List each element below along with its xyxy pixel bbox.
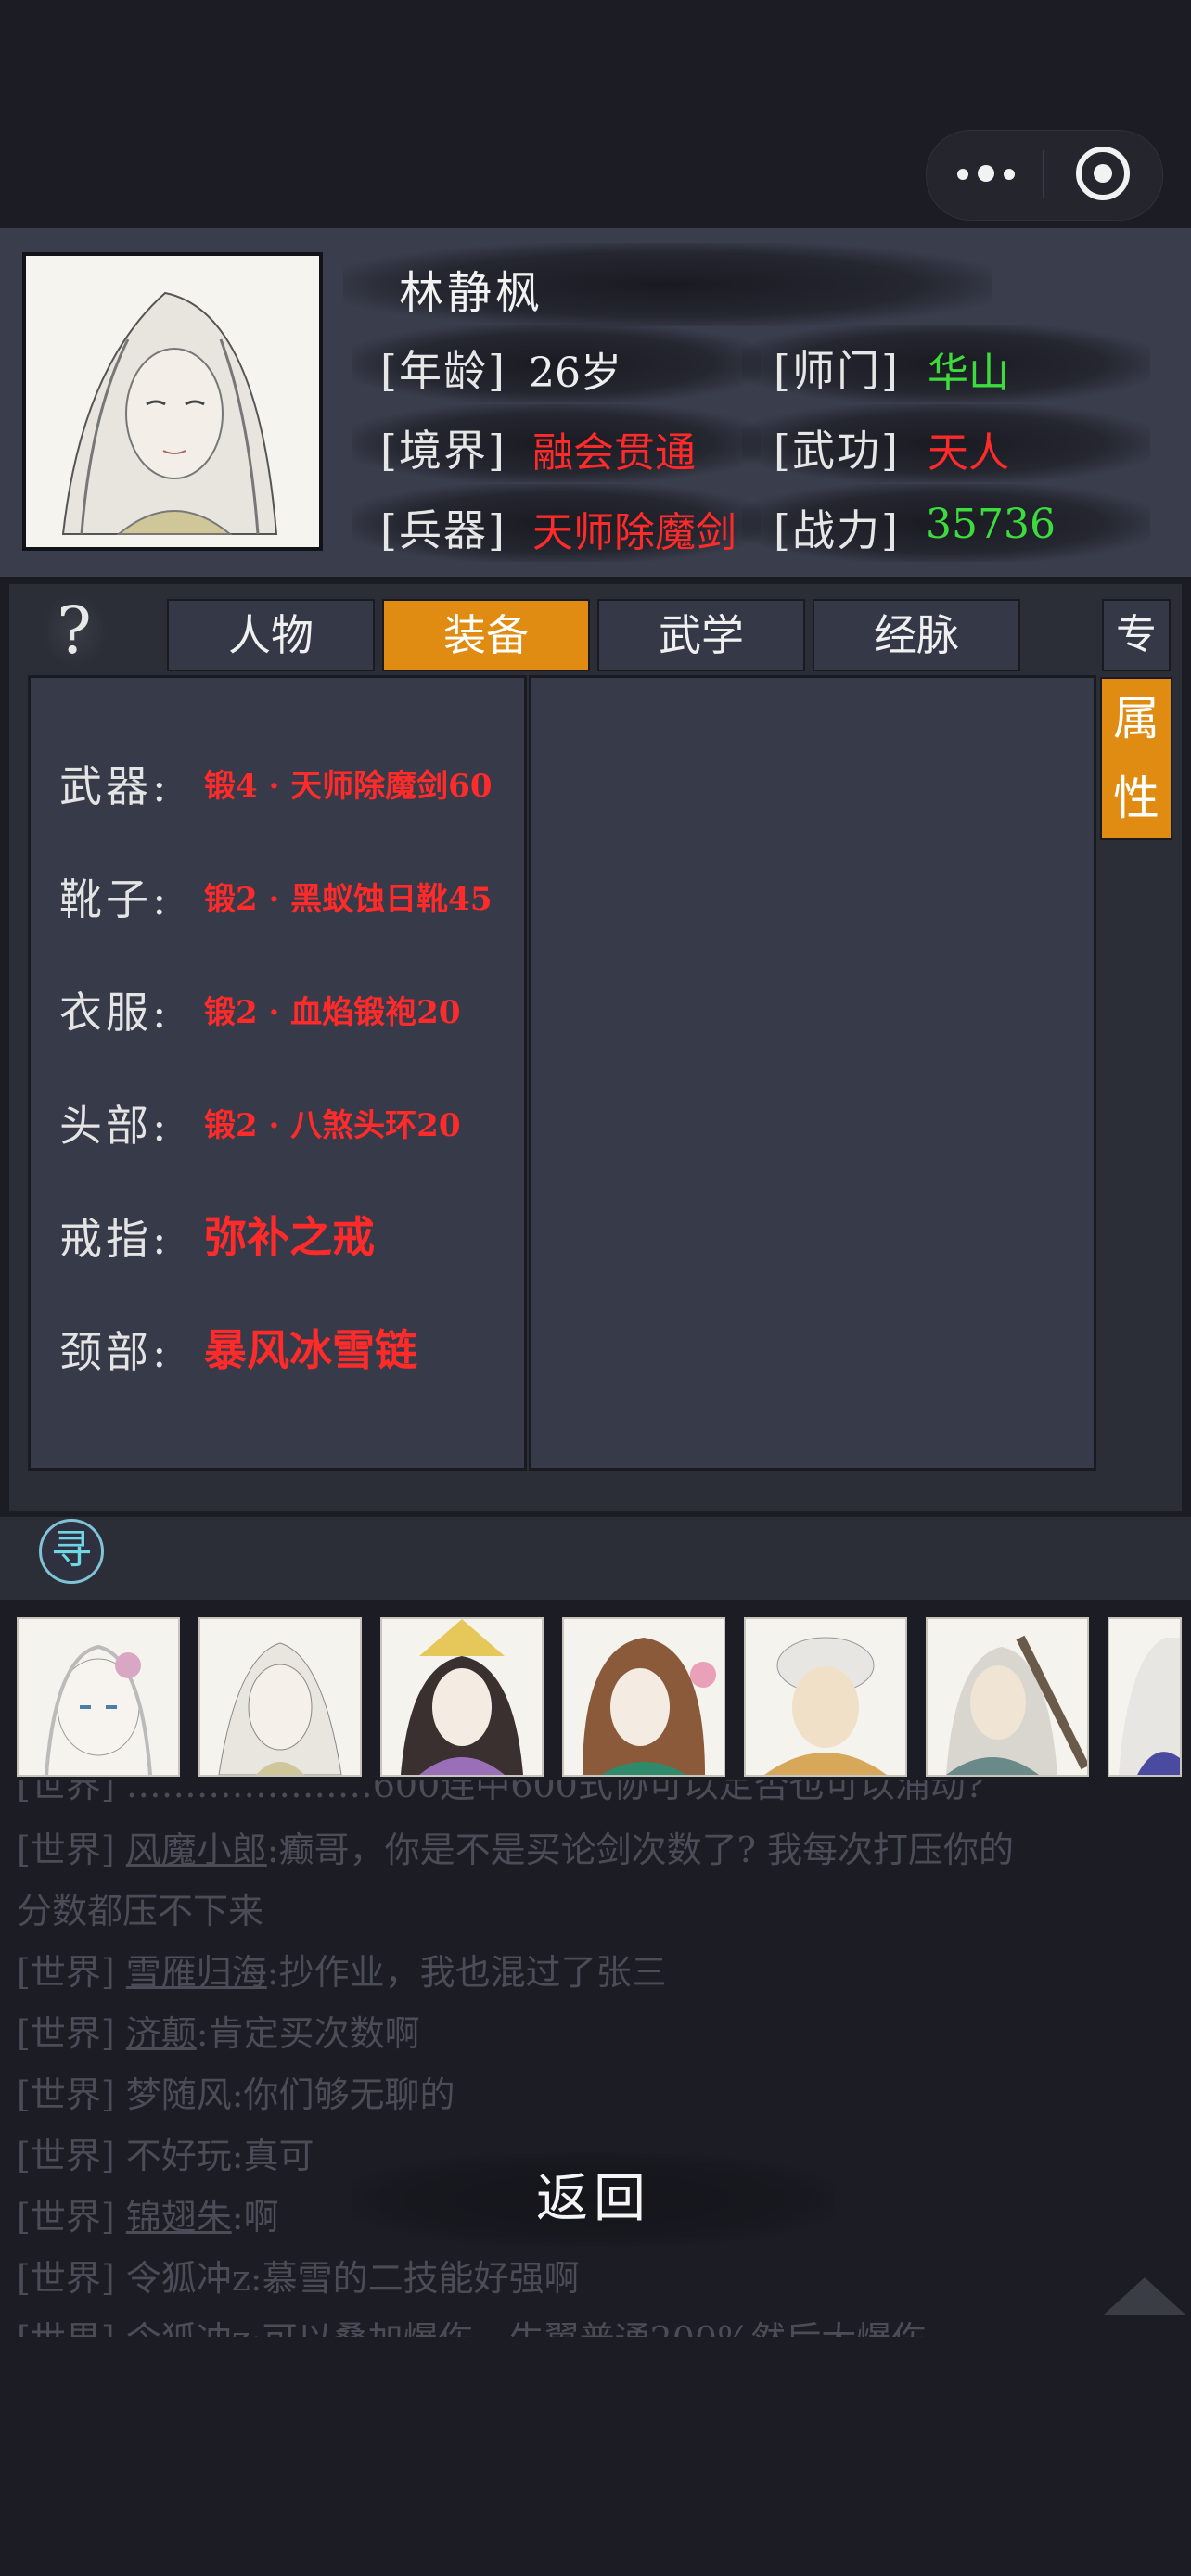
sect-value: 华山 (928, 350, 1009, 397)
side-tab-attr-char1: 属 (1113, 692, 1159, 746)
slot-head-label: 头部: (59, 1101, 171, 1151)
chat-line: [世界] 济颠:肯定买次数啊 (17, 2013, 420, 2054)
side-tab-special[interactable]: 专 (1102, 599, 1171, 671)
weapon-label: [兵器] (380, 505, 506, 555)
character-card[interactable] (1108, 1617, 1182, 1777)
slot-head-item[interactable]: 锻2 · 八煞头环20 (204, 1100, 460, 1145)
search-icon[interactable]: 寻 (39, 1519, 104, 1584)
character-card[interactable] (926, 1617, 1089, 1777)
character-card[interactable] (562, 1617, 725, 1777)
side-tab-attributes[interactable]: 属 性 (1100, 677, 1172, 840)
power-label: [战力] (774, 505, 900, 555)
character-card[interactable] (380, 1617, 544, 1777)
chat-line: [世界] 不好玩:真可 (17, 2136, 314, 2176)
character-card[interactable] (744, 1617, 907, 1777)
slot-clothes-label: 衣服: (59, 988, 171, 1038)
slot-neck-item[interactable]: 暴风冰雪链 (204, 1317, 417, 1378)
chat-line: [世界] 令狐冲z:可以叠加爆伤，生翼普通200%然后大爆伤 (17, 2311, 927, 2337)
age-label: [年龄] (380, 346, 506, 396)
chat-line: [世界] 锦翅朱:啊 (17, 2197, 279, 2238)
chat-user-link[interactable]: 雪雁归海 (126, 1952, 267, 1993)
realm-label: [境界] (380, 426, 506, 476)
slot-clothes-item[interactable]: 锻2 · 血焰锻袍20 (204, 987, 460, 1032)
world-chat: [世界] …………………600连中600式协可以定否也可以涌动? [世界] 风魔… (0, 1780, 1191, 2337)
help-icon[interactable]: ? (41, 593, 108, 668)
chat-user-link[interactable]: 风魔小郎 (126, 1830, 267, 1870)
search-row (0, 1517, 1191, 1600)
chat-line: [世界] 风魔小郎:癫哥，你是不是买论剑次数了? 我每次打压你的 (17, 1830, 1015, 1870)
back-button[interactable]: 返回 (352, 2153, 835, 2246)
chat-user-link[interactable]: 锦翅朱 (126, 2197, 232, 2238)
character-card[interactable] (198, 1617, 362, 1777)
realm-value: 融会贯通 (532, 429, 696, 477)
skill-label: [武功] (774, 426, 900, 476)
slot-weapon-label: 武器: (59, 761, 171, 811)
power-value: 35736 (926, 501, 1056, 548)
tab-character[interactable]: 人物 (167, 599, 375, 671)
character-card[interactable] (17, 1617, 180, 1777)
chat-line: [世界] …………………600连中600式协可以定否也可以涌动? (17, 1780, 985, 1805)
tab-meridians[interactable]: 经脉 (813, 599, 1020, 671)
age-value: 26岁 (529, 350, 621, 397)
equipment-detail-panel (529, 675, 1096, 1471)
character-portrait (22, 252, 323, 551)
scroll-up-icon[interactable] (1104, 2277, 1185, 2315)
slot-weapon-item[interactable]: 锻4 · 天师除魔剑60 (204, 760, 492, 806)
more-icon[interactable] (955, 156, 1017, 193)
chat-line: [世界] 令狐冲z:慕雪的二技能好强啊 (17, 2258, 580, 2299)
slot-ring-item[interactable]: 弥补之戒 (204, 1204, 375, 1265)
sect-label: [师门] (774, 346, 900, 396)
tab-martial-arts[interactable]: 武学 (597, 599, 805, 671)
character-name: 林静枫 (399, 267, 544, 319)
slot-boots-item[interactable]: 锻2 · 黑蚁蚀日靴45 (204, 874, 492, 919)
tab-equipment[interactable]: 装备 (382, 599, 590, 671)
weapon-value: 天师除魔剑 (532, 509, 736, 556)
slot-ring-label: 戒指: (59, 1214, 171, 1264)
skill-value: 天人 (928, 429, 1009, 477)
close-target-icon[interactable] (1076, 147, 1130, 200)
chat-line: [世界] 雪雁归海:抄作业，我也混过了张三 (17, 1952, 667, 1993)
character-card-strip (0, 1617, 1191, 1784)
chat-user-link[interactable]: 济颠 (126, 2013, 197, 2054)
capsule-divider (1043, 150, 1044, 198)
side-tab-attr-char2: 性 (1113, 772, 1159, 825)
slot-neck-label: 颈部: (59, 1327, 171, 1377)
chat-line: 分数都压不下来 (17, 1891, 264, 1932)
chat-line: [世界] 梦随风:你们够无聊的 (17, 2074, 455, 2115)
slot-boots-label: 靴子: (59, 874, 171, 925)
